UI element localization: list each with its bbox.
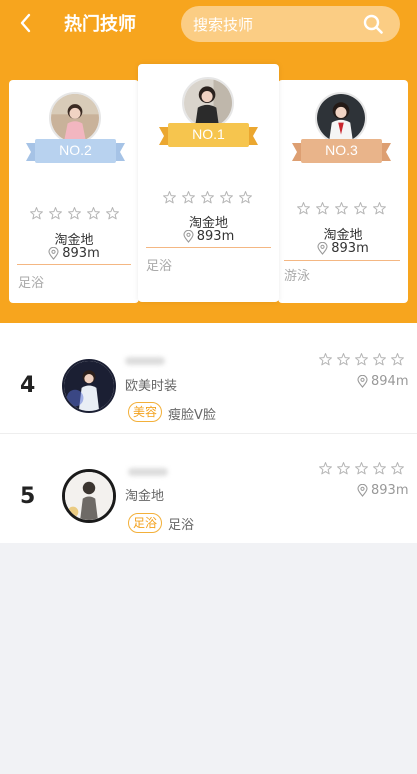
star-icon [336, 352, 351, 367]
avatar [62, 359, 116, 413]
star-icon [86, 206, 101, 221]
divider [284, 260, 400, 261]
search-icon[interactable] [362, 13, 384, 35]
rank-ribbon: NO.1 [159, 123, 258, 149]
star-icon [334, 201, 349, 216]
rank-number: 5 [20, 484, 36, 509]
rank-ribbon: NO.3 [292, 139, 391, 165]
distance: 893m [138, 229, 279, 244]
back-arrow-icon[interactable] [14, 8, 38, 38]
star-icon [29, 206, 44, 221]
star-icon [318, 461, 333, 476]
service-text: 足浴 [146, 259, 173, 274]
distance: 893m [357, 483, 408, 498]
rank-ribbon: NO.2 [26, 139, 125, 165]
star-icon [318, 352, 333, 367]
list-item[interactable]: 4 欧美时装 美容 瘦脸V脸 894m [0, 323, 417, 433]
rating-stars [29, 206, 120, 221]
service-text: 足浴 [18, 276, 45, 291]
star-icon [219, 190, 234, 205]
top-technician-card-2[interactable]: NO.2 淘金地 893m 足浴 [9, 80, 139, 303]
star-icon [48, 206, 63, 221]
distance: 893m [278, 241, 408, 256]
rank-number: 4 [20, 373, 36, 398]
star-icon [390, 461, 405, 476]
service-text: 游泳 [284, 269, 311, 284]
top-technician-card-1[interactable]: NO.1 淘金地 893m 足浴 [138, 64, 279, 302]
star-icon [372, 352, 387, 367]
service-desc: 足浴 [168, 518, 195, 533]
rating-stars [162, 190, 253, 205]
location-pin-icon [48, 247, 59, 260]
page-title: 热门技师 [64, 14, 136, 35]
star-icon [354, 461, 369, 476]
star-icon [105, 206, 120, 221]
star-icon [315, 201, 330, 216]
distance-text: 893m [196, 229, 235, 244]
distance: 894m [357, 374, 408, 389]
star-icon [354, 352, 369, 367]
avatar [49, 92, 101, 144]
star-icon [336, 461, 351, 476]
name-blurred [128, 468, 168, 476]
star-icon [162, 190, 177, 205]
star-icon [67, 206, 82, 221]
category-tag: 足浴 [128, 513, 163, 533]
star-icon [238, 190, 253, 205]
distance-text: 893m [331, 241, 369, 256]
rank-label: NO.1 [192, 126, 225, 142]
distance: 893m [9, 246, 139, 261]
star-icon [200, 190, 215, 205]
rating-stars [318, 352, 405, 367]
avatar [315, 92, 367, 144]
location-pin-icon [357, 484, 368, 497]
location-text: 淘金地 [125, 489, 165, 504]
search-placeholder[interactable]: 搜索技师 [193, 14, 253, 35]
avatar [182, 77, 234, 129]
distance-text: 893m [62, 246, 100, 261]
distance-text: 894m [371, 374, 409, 389]
rank-label: NO.2 [59, 142, 92, 158]
avatar [62, 469, 116, 523]
category-tag: 美容 [128, 402, 163, 422]
list-item[interactable]: 5 淘金地 足浴 足浴 893m [0, 433, 417, 543]
search-bar[interactable]: 搜索技师 [181, 6, 400, 42]
name-blurred [125, 357, 165, 365]
star-icon [353, 201, 368, 216]
distance-text: 893m [371, 483, 409, 498]
star-icon [372, 201, 387, 216]
divider [17, 264, 131, 265]
location-text: 欧美时装 [125, 379, 178, 394]
location-pin-icon [357, 375, 368, 388]
header: 热门技师 搜索技师 NO.2 淘金地 893m 足浴 NO.1 淘金地 893m… [0, 0, 417, 323]
top-technician-card-3[interactable]: NO.3 淘金地 893m 游泳 [278, 80, 408, 303]
star-icon [181, 190, 196, 205]
star-icon [372, 461, 387, 476]
location-pin-icon [183, 230, 194, 243]
star-icon [390, 352, 405, 367]
rank-label: NO.3 [325, 142, 358, 158]
rating-stars [318, 461, 405, 476]
rating-stars [296, 201, 387, 216]
star-icon [296, 201, 311, 216]
service-desc: 瘦脸V脸 [168, 408, 216, 423]
divider [146, 247, 271, 248]
location-pin-icon [317, 242, 328, 255]
